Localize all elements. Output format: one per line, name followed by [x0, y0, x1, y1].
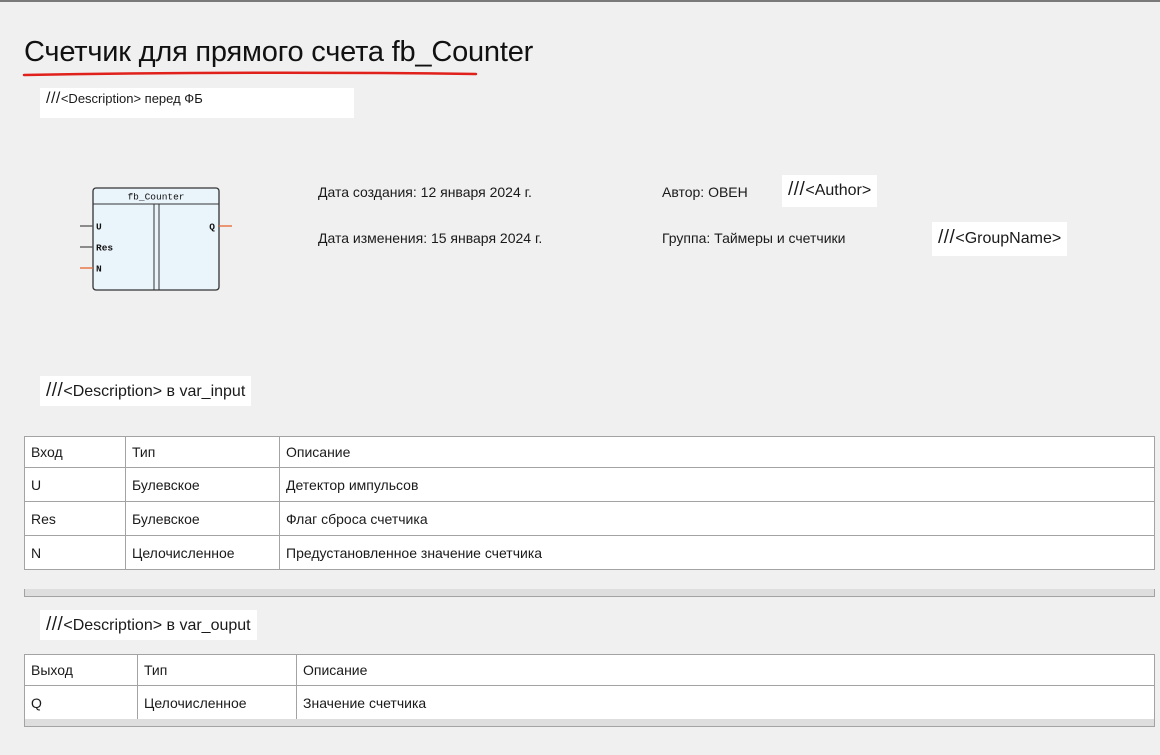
- pin-label-u: U: [96, 222, 102, 233]
- table-row: U Булевское Детектор импульсов: [24, 467, 1155, 502]
- author-field: Автор: ОВЕН: [662, 184, 748, 200]
- function-block-diagram: fb_Counter U Res N Q: [80, 187, 232, 291]
- var-input-annotation: ///<Description> в var_input: [40, 376, 252, 406]
- group-annotation: ///<GroupName>: [932, 222, 1068, 256]
- table-row: Q Целочисленное Значение счетчика: [24, 685, 1155, 720]
- title-underline: [22, 71, 478, 77]
- group-field: Группа: Таймеры и счетчики: [662, 230, 846, 246]
- annotation-text: <GroupName>: [955, 230, 1062, 247]
- inputs-table: Вход Тип Описание U Булевское Детектор и…: [24, 436, 1155, 570]
- column-header-output: Выход: [24, 654, 138, 686]
- cell-name: U: [24, 467, 126, 502]
- fb-description-annotation: ///<Description> перед ФБ: [40, 88, 354, 118]
- pin-label-q: Q: [209, 222, 215, 233]
- annotation-prefix: ///: [788, 179, 806, 200]
- annotation-prefix: ///: [938, 227, 956, 248]
- annotation-text: <Description> перед ФБ: [60, 91, 203, 106]
- outputs-table: Выход Тип Описание Q Целочисленное Значе…: [24, 654, 1155, 720]
- table-header-row: Вход Тип Описание: [24, 436, 1155, 468]
- cell-type: Целочисленное: [137, 685, 297, 720]
- table-row: Res Булевское Флаг сброса счетчика: [24, 501, 1155, 536]
- modified-date: Дата изменения: 15 января 2024 г.: [318, 230, 543, 246]
- column-header-type: Тип: [125, 436, 280, 468]
- table-row: N Целочисленное Предустановленное значен…: [24, 535, 1155, 570]
- top-divider: [0, 0, 1160, 2]
- annotation-text: <Description> в var_input: [63, 383, 246, 400]
- cell-type: Булевское: [125, 501, 280, 536]
- annotation-prefix: ///: [46, 90, 61, 107]
- pin-label-res: Res: [96, 243, 113, 254]
- annotation-prefix: ///: [46, 380, 64, 401]
- created-date: Дата создания: 12 января 2024 г.: [318, 184, 532, 200]
- block-name-label: fb_Counter: [127, 192, 184, 203]
- author-annotation: ///<Author>: [782, 175, 878, 207]
- cell-description: Предустановленное значение счетчика: [279, 535, 1155, 570]
- pin-label-n: N: [96, 264, 102, 275]
- cell-name: Res: [24, 501, 126, 536]
- column-header-type: Тип: [137, 654, 297, 686]
- cell-description: Флаг сброса счетчика: [279, 501, 1155, 536]
- column-header-input: Вход: [24, 436, 126, 468]
- annotation-text: <Author>: [805, 182, 872, 199]
- block-body: [92, 187, 220, 291]
- inputs-table-footer: [24, 589, 1155, 597]
- cell-type: Булевское: [125, 467, 280, 502]
- page-title: Счетчик для прямого счета fb_Counter: [24, 36, 534, 68]
- annotation-text: <Description> в var_ouput: [63, 617, 251, 634]
- cell-name: Q: [24, 685, 138, 720]
- var-output-annotation: ///<Description> в var_ouput: [40, 610, 257, 640]
- cell-type: Целочисленное: [125, 535, 280, 570]
- column-header-description: Описание: [279, 436, 1155, 468]
- annotation-prefix: ///: [46, 614, 64, 635]
- cell-description: Значение счетчика: [296, 685, 1155, 720]
- column-header-description: Описание: [296, 654, 1155, 686]
- table-header-row: Выход Тип Описание: [24, 654, 1155, 686]
- cell-name: N: [24, 535, 126, 570]
- cell-description: Детектор импульсов: [279, 467, 1155, 502]
- outputs-table-footer: [24, 719, 1155, 727]
